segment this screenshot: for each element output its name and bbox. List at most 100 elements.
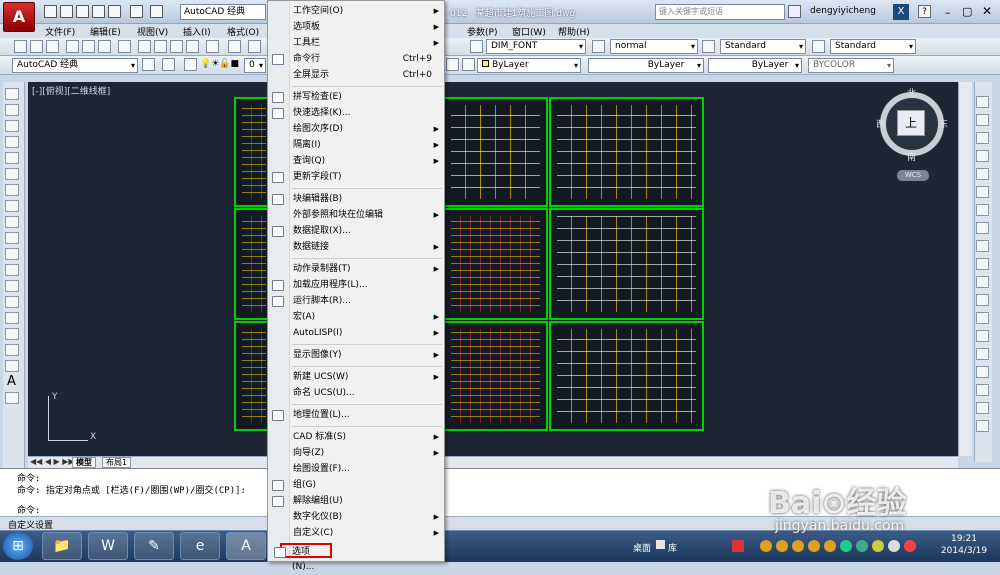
point-icon[interactable] <box>5 296 19 308</box>
save-icon[interactable] <box>46 40 59 53</box>
tab-model[interactable]: 模型 <box>72 457 96 468</box>
exchange-icon[interactable]: X <box>893 4 909 20</box>
revcloud-icon[interactable] <box>5 200 19 212</box>
menu-item-27[interactable]: 组(G) <box>268 478 444 493</box>
menu-item-24[interactable]: CAD 标准(S) ▶ <box>268 430 444 445</box>
drawing-sheet[interactable] <box>443 208 548 320</box>
menu-help[interactable]: 帮助(H) <box>558 25 590 38</box>
viewport-label[interactable]: [-][俯视][二维线框] <box>32 84 110 97</box>
volume-icon[interactable] <box>888 540 900 552</box>
menu-item-12[interactable]: 外部参照和块在位编辑 ▶ <box>268 208 444 223</box>
menu-item-10[interactable]: 更新字段(T) <box>268 170 444 185</box>
compass-west[interactable]: 西 <box>876 117 885 130</box>
preview-icon[interactable] <box>82 40 95 53</box>
qq-icon[interactable] <box>808 540 820 552</box>
layer-manager-icon[interactable] <box>184 58 197 71</box>
polyline-icon[interactable] <box>5 120 19 132</box>
menu-parametric[interactable]: 参数(P) <box>467 25 497 38</box>
library-toolbar[interactable]: 库 <box>668 541 677 554</box>
new-icon[interactable] <box>44 5 57 18</box>
insert-block-icon[interactable] <box>5 264 19 276</box>
break-icon[interactable] <box>976 312 989 324</box>
stretch-icon[interactable] <box>976 240 989 252</box>
polygon-icon[interactable] <box>5 136 19 148</box>
undo-icon[interactable] <box>130 5 143 18</box>
redo-icon[interactable] <box>248 40 261 53</box>
menu-item-options[interactable]: 选项(N)... <box>274 543 332 572</box>
qq-icon[interactable] <box>824 540 836 552</box>
qq-icon[interactable] <box>760 540 772 552</box>
hatch-icon[interactable] <box>5 312 19 324</box>
3dprint-icon[interactable] <box>118 40 131 53</box>
matchprop-icon[interactable] <box>186 40 199 53</box>
viewcube-top-face[interactable]: 上 <box>897 110 925 136</box>
desktop-toolbar[interactable]: 桌面 <box>633 541 651 554</box>
redo-icon[interactable] <box>150 5 163 18</box>
erase-icon[interactable] <box>976 96 989 108</box>
menu-item-23[interactable]: 地理位置(L)... <box>268 408 444 423</box>
open-icon[interactable] <box>30 40 43 53</box>
tablestyle-combo[interactable]: Standard <box>720 39 806 54</box>
textstyle-combo[interactable]: DIM_FONT <box>486 39 586 54</box>
tablestyle-icon[interactable] <box>702 40 715 53</box>
menu-item-20[interactable]: 显示图像(Y) ▶ <box>268 348 444 363</box>
region-icon[interactable] <box>5 344 19 356</box>
dimstyle-combo[interactable]: normal <box>610 39 698 54</box>
construction-line-icon[interactable] <box>5 104 19 116</box>
dimstyle-icon[interactable] <box>592 40 605 53</box>
line-icon[interactable] <box>5 88 19 100</box>
taskbar-clock[interactable]: 19:21 2014/3/19 <box>930 533 998 557</box>
menu-item-30[interactable]: 自定义(C) ▶ <box>268 526 444 541</box>
autocad-taskbar-icon[interactable]: A <box>226 532 266 560</box>
drawing-sheet[interactable] <box>549 97 704 207</box>
menu-item-22[interactable]: 命名 UCS(U)... <box>268 386 444 401</box>
search-input[interactable]: 键入关键字或短语 <box>655 4 785 20</box>
blockedit-icon[interactable] <box>206 40 219 53</box>
menu-item-28[interactable]: 解除编组(U) <box>268 494 444 509</box>
blend-icon[interactable] <box>976 384 989 396</box>
trim-icon[interactable] <box>976 258 989 270</box>
publish-icon[interactable] <box>98 40 111 53</box>
menu-item-0[interactable]: 工作空间(O) ▶ <box>268 4 444 19</box>
drawing-sheet[interactable] <box>549 208 704 320</box>
explorer-icon[interactable]: 📁 <box>42 532 82 560</box>
qq-icon[interactable] <box>776 540 788 552</box>
textstyle-icon[interactable] <box>470 40 483 53</box>
minimize-icon[interactable]: – <box>945 6 951 19</box>
join-icon[interactable] <box>976 330 989 342</box>
plotstyle-combo[interactable]: BYCOLOR <box>808 58 894 73</box>
menu-item-14[interactable]: 数据链接 ▶ <box>268 240 444 255</box>
menu-item-15[interactable]: 动作录制器(T) ▶ <box>268 262 444 277</box>
compass-south[interactable]: 南 <box>907 150 916 163</box>
array-icon[interactable] <box>976 168 989 180</box>
tab-nav-arrows[interactable]: ◀◀ ◀ ▶ ▶▶ <box>30 457 75 466</box>
make-block-icon[interactable] <box>5 280 19 292</box>
chamfer-icon[interactable] <box>976 348 989 360</box>
rotate-icon[interactable] <box>976 204 989 216</box>
undo-icon[interactable] <box>228 40 241 53</box>
workspace-combo[interactable]: AutoCAD 经典 <box>12 58 138 73</box>
gradient-icon[interactable] <box>5 328 19 340</box>
linetype-combo[interactable]: ByLayer <box>588 58 704 73</box>
menu-item-13[interactable]: 数据提取(X)... <box>268 224 444 239</box>
help-icon[interactable]: ? <box>918 5 931 18</box>
ellipse-icon[interactable] <box>5 232 19 244</box>
layer-combo[interactable]: 0 <box>244 58 266 73</box>
compass-east[interactable]: 东 <box>939 117 948 130</box>
menu-view[interactable]: 视图(V) <box>137 25 168 38</box>
menu-item-9[interactable]: 查询(Q) ▶ <box>268 154 444 169</box>
menu-item-26[interactable]: 绘图设置(F)... <box>268 462 444 477</box>
menu-item-11[interactable]: 块编辑器(B) <box>268 192 444 207</box>
offset-icon[interactable] <box>976 150 989 162</box>
maximize-icon[interactable]: ▢ <box>962 5 972 18</box>
spline-icon[interactable] <box>5 216 19 228</box>
compass-north[interactable]: 北 <box>907 86 916 99</box>
layer-state-icons[interactable]: 💡☀🔓■ <box>200 59 239 69</box>
command-input[interactable]: 命令: <box>17 503 40 516</box>
drawing-sheet[interactable] <box>549 321 704 431</box>
security-icon[interactable] <box>856 540 868 552</box>
mlstyle-combo[interactable]: Standard <box>830 39 916 54</box>
workspace-selector[interactable]: AutoCAD 经典 <box>180 4 266 20</box>
circle-icon[interactable] <box>5 184 19 196</box>
save-icon[interactable] <box>76 5 89 18</box>
